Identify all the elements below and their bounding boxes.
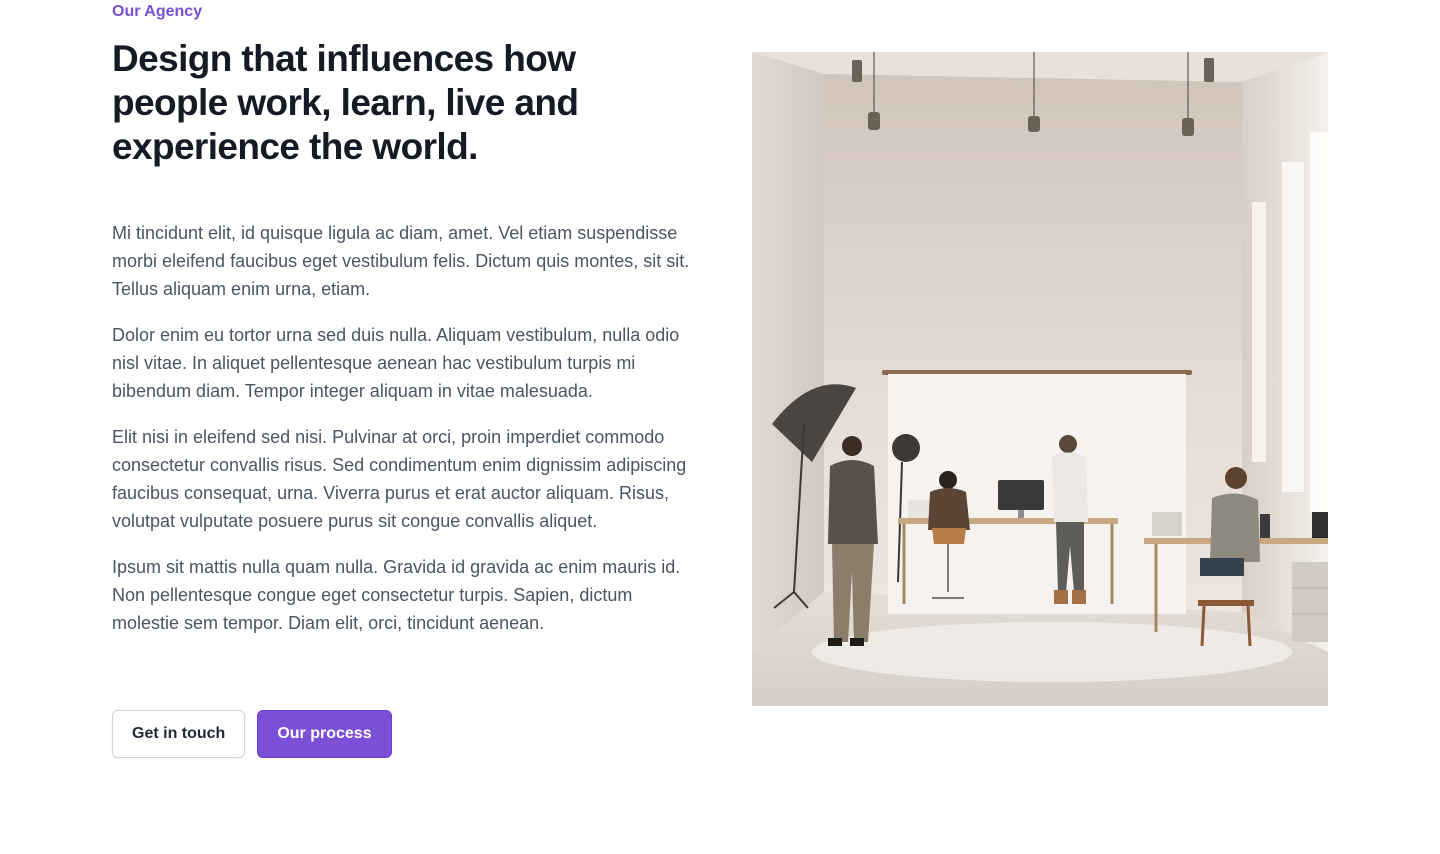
paragraph: Ipsum sit mattis nulla quam nulla. Gravi…	[112, 557, 681, 633]
cta-group: Get in touch Our process	[112, 710, 392, 758]
our-process-button[interactable]: Our process	[257, 710, 392, 758]
get-in-touch-button[interactable]: Get in touch	[112, 710, 246, 758]
page-headline: Design that influences how people work, …	[112, 38, 579, 167]
studio-photo	[752, 52, 1328, 706]
paragraph: Dolor enim eu tortor urna sed duis nulla…	[112, 325, 680, 401]
intro-column: Our Agency Design that influences how pe…	[112, 0, 692, 637]
studio-illustration	[752, 52, 1328, 706]
eyebrow-label: Our Agency	[112, 3, 203, 20]
agency-section: Our Agency Design that influences how pe…	[0, 0, 1440, 854]
paragraph: Elit nisi in eleifend sed nisi. Pulvinar…	[112, 427, 687, 531]
body-copy: Mi tincidunt elit, id quisque ligula ac …	[112, 219, 692, 637]
paragraph: Mi tincidunt elit, id quisque ligula ac …	[112, 223, 690, 299]
